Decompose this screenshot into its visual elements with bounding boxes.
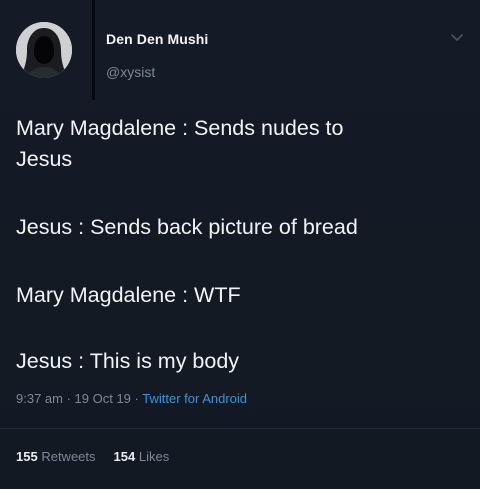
tweet-card: Den Den Mushi @xysist Mary Magdalene : S… xyxy=(0,0,480,489)
hooded-figure-avatar[interactable] xyxy=(16,22,72,78)
tweet-text-line: Mary Magdalene : Sends nudes to xyxy=(16,116,344,140)
divider xyxy=(0,428,480,429)
tweet-text-line: Jesus : This is my body xyxy=(16,349,240,373)
retweets-count: 155 xyxy=(16,449,38,464)
display-name[interactable]: Den Den Mushi xyxy=(106,31,208,47)
meta-separator: · xyxy=(62,391,75,406)
tweet-meta: 9:37 am · 19 Oct 19 · Twitter for Androi… xyxy=(16,391,247,406)
likes-label: Likes xyxy=(138,449,170,464)
retweets-label: Retweets xyxy=(41,449,96,464)
meta-separator: · xyxy=(130,391,143,406)
tweet-text-line: Mary Magdalene : WTF xyxy=(16,283,241,307)
likes-count: 154 xyxy=(113,449,136,464)
tweet-time[interactable]: 9:37 am xyxy=(16,391,63,406)
thread-line xyxy=(92,0,95,100)
user-handle[interactable]: @xysist xyxy=(106,64,155,80)
tweet-date[interactable]: 19 Oct 19 xyxy=(75,391,131,406)
tweet-text-line: Jesus xyxy=(16,147,73,171)
tweet-stats: 155 Retweets 154 Likes xyxy=(16,449,169,464)
retweets-stat[interactable]: 155 Retweets xyxy=(16,449,96,464)
tweet-source-link[interactable]: Twitter for Android xyxy=(142,391,247,406)
chevron-down-icon[interactable] xyxy=(450,33,464,43)
tweet-text-line: Jesus : Sends back picture of bread xyxy=(16,215,358,239)
likes-stat[interactable]: 154 Likes xyxy=(114,449,170,464)
